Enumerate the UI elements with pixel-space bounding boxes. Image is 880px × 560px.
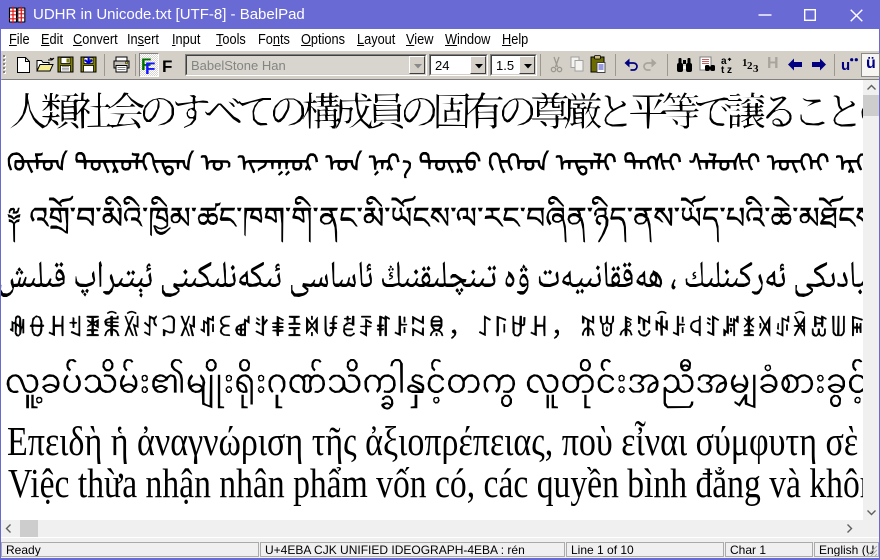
svg-text:3: 3 <box>753 63 759 75</box>
svg-text:z: z <box>727 65 732 76</box>
